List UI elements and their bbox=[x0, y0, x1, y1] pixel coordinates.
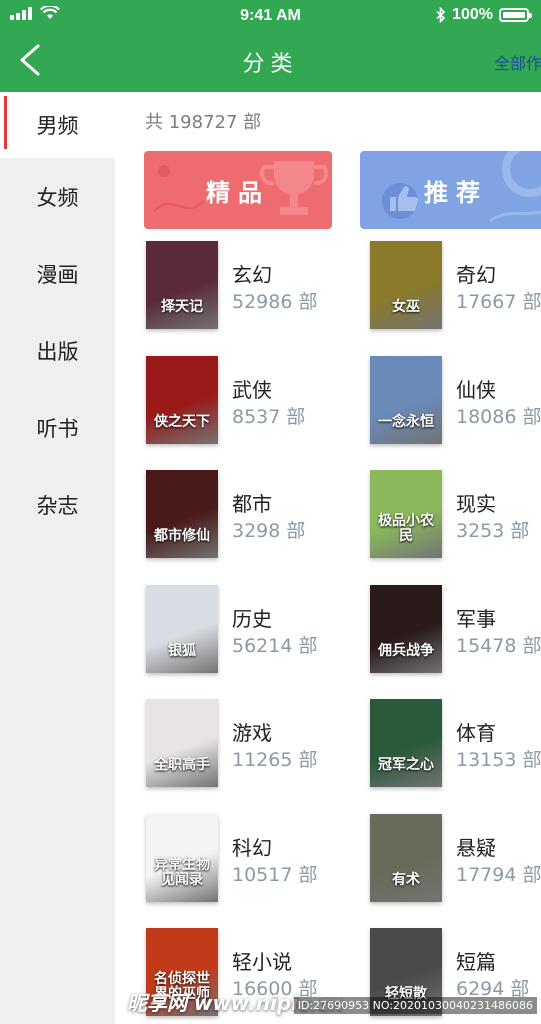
book-cover: 冠军之心 bbox=[370, 699, 442, 787]
status-right: 100% bbox=[436, 6, 532, 24]
category-name: 仙侠 bbox=[456, 377, 496, 402]
category-count: 3298 部 bbox=[232, 520, 306, 542]
sidebar-item-comics[interactable]: 漫画 bbox=[0, 235, 115, 312]
category-item[interactable]: 有术 悬疑 17794 部 bbox=[370, 813, 541, 910]
book-cover: 银狐 bbox=[146, 584, 218, 673]
book-cover-title: 极品小农民 bbox=[378, 513, 434, 544]
banner-label: 推荐 bbox=[424, 179, 488, 207]
book-cover: 都市修仙 bbox=[146, 470, 218, 558]
sidebar-item-male[interactable]: 男频 bbox=[0, 92, 115, 158]
category-count: 11265 部 bbox=[232, 749, 318, 771]
book-cover-title: 都市修仙 bbox=[154, 528, 210, 544]
watermark-id: ID:27690953 NO:20201030040231486086 bbox=[293, 997, 537, 1014]
book-cover: 全职高手 bbox=[146, 699, 218, 787]
category-count: 15478 部 bbox=[456, 634, 541, 657]
category-count: 3253 部 bbox=[456, 520, 530, 542]
category-count: 17794 部 bbox=[456, 863, 541, 886]
category-name: 悬疑 bbox=[456, 835, 496, 860]
category-name: 游戏 bbox=[232, 721, 272, 745]
sidebar-item-label: 女频 bbox=[36, 185, 79, 210]
book-cover-title: 冠军之心 bbox=[378, 757, 434, 773]
category-item[interactable]: 全职高手 游戏 11265 部 bbox=[146, 699, 346, 795]
banner-label: 精品 bbox=[206, 179, 270, 207]
category-count: 10517 部 bbox=[232, 863, 318, 886]
book-cover: 佣兵战争 bbox=[370, 584, 442, 673]
category-count: 52986 部 bbox=[232, 291, 318, 313]
sidebar-item-audiobooks[interactable]: 听书 bbox=[0, 389, 115, 466]
book-cover-title: 异常生物见闻录 bbox=[154, 856, 210, 888]
category-name: 都市 bbox=[232, 492, 272, 516]
book-cover: 女巫 bbox=[370, 241, 442, 329]
nav-bar: 分类 全部作 bbox=[0, 32, 541, 92]
category-name: 奇幻 bbox=[456, 263, 496, 287]
category-item[interactable]: 银狐 历史 56214 部 bbox=[146, 584, 346, 681]
category-name: 轻小说 bbox=[232, 950, 292, 974]
category-item[interactable]: 择天记 玄幻 52986 部 bbox=[146, 241, 346, 337]
category-name: 现实 bbox=[456, 492, 496, 516]
category-item[interactable]: 极品小农民 现实 3253 部 bbox=[370, 470, 541, 566]
sidebar-item-female[interactable]: 女频 bbox=[0, 158, 115, 235]
category-item[interactable]: 佣兵战争 军事 15478 部 bbox=[370, 584, 541, 681]
category-count: 13153 部 bbox=[456, 749, 541, 771]
book-cover-title: 一念永恒 bbox=[378, 413, 434, 430]
category-count: 56214 部 bbox=[232, 634, 318, 657]
status-bar: 9:41 AM 100% bbox=[0, 0, 541, 32]
app-header: 9:41 AM 100% 分类 全部作 bbox=[0, 0, 541, 92]
category-name: 科幻 bbox=[232, 835, 272, 860]
book-cover-title: 女巫 bbox=[392, 299, 420, 315]
book-cover-title: 侠之天下 bbox=[154, 413, 210, 430]
book-cover-title: 有术 bbox=[392, 871, 420, 888]
page-title: 分类 bbox=[242, 52, 299, 77]
recommend-banner[interactable]: 推荐 bbox=[360, 151, 541, 229]
featured-banner[interactable]: 精品 bbox=[144, 151, 332, 229]
sidebar-item-label: 杂志 bbox=[36, 493, 79, 518]
sidebar-item-label: 出版 bbox=[36, 339, 79, 364]
category-name: 武侠 bbox=[232, 377, 272, 402]
book-cover: 一念永恒 bbox=[370, 355, 442, 444]
book-cover-title: 择天记 bbox=[161, 299, 203, 315]
category-name: 玄幻 bbox=[232, 263, 272, 287]
category-count: 18086 部 bbox=[456, 405, 541, 428]
category-name: 短篇 bbox=[456, 950, 496, 974]
battery-icon bbox=[499, 8, 532, 22]
category-name: 体育 bbox=[456, 721, 496, 745]
sidebar-item-magazines[interactable]: 杂志 bbox=[0, 466, 115, 543]
category-item[interactable]: 冠军之心 体育 13153 部 bbox=[370, 699, 541, 795]
book-cover: 择天记 bbox=[146, 241, 218, 329]
category-count: 8537 部 bbox=[232, 405, 306, 428]
category-item[interactable]: 异常生物见闻录 科幻 10517 部 bbox=[146, 813, 346, 910]
book-cover: 异常生物见闻录 bbox=[146, 813, 218, 902]
book-cover: 有术 bbox=[370, 813, 442, 902]
category-sidebar: 男频 女频 漫画 出版 听书 杂志 bbox=[0, 92, 115, 1024]
category-item[interactable]: 都市修仙 都市 3298 部 bbox=[146, 470, 346, 566]
book-cover: 极品小农民 bbox=[370, 470, 442, 558]
battery-percent: 100% bbox=[452, 6, 493, 23]
all-works-link[interactable]: 全部作 bbox=[494, 50, 541, 74]
sidebar-item-label: 听书 bbox=[36, 416, 79, 441]
total-count: 共 198727 部 bbox=[145, 112, 262, 133]
book-cover: 侠之天下 bbox=[146, 355, 218, 444]
category-item[interactable]: 侠之天下 武侠 8537 部 bbox=[146, 355, 346, 452]
category-item[interactable]: 一念永恒 仙侠 18086 部 bbox=[370, 355, 541, 452]
book-cover-title: 银狐 bbox=[168, 642, 196, 659]
book-cover-title: 佣兵战争 bbox=[378, 642, 434, 659]
category-name: 军事 bbox=[456, 606, 496, 631]
sidebar-item-label: 漫画 bbox=[36, 262, 79, 287]
category-count: 17667 部 bbox=[456, 291, 541, 313]
category-content: 共 198727 部 精品 推荐 择天记 玄幻 52986 部 女巫 奇幻 17667 部… bbox=[115, 92, 541, 1024]
category-item[interactable]: 女巫 奇幻 17667 部 bbox=[370, 241, 541, 337]
bluetooth-icon bbox=[436, 7, 446, 23]
sidebar-item-publishing[interactable]: 出版 bbox=[0, 312, 115, 389]
sidebar-item-label: 男频 bbox=[36, 114, 79, 138]
book-cover-title: 全职高手 bbox=[154, 757, 210, 773]
category-name: 历史 bbox=[232, 606, 272, 631]
